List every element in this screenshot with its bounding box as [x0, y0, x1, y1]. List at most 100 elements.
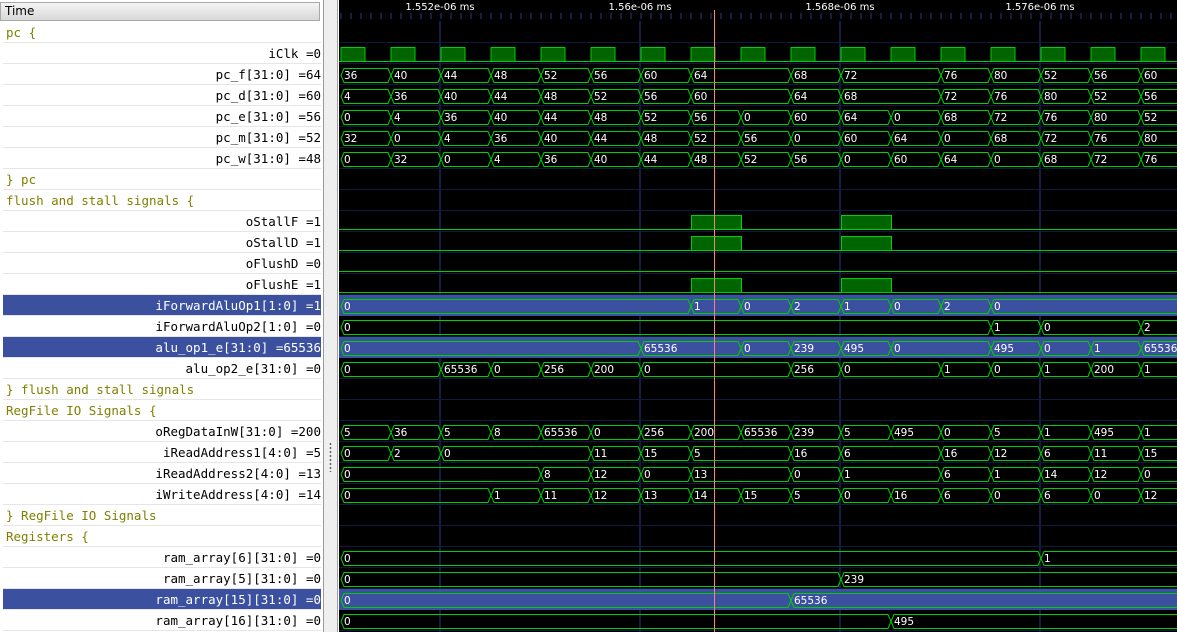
- bus-value-label: 36: [394, 91, 408, 103]
- bus-value-label: 11: [594, 448, 607, 460]
- bus-value-label: 1: [1044, 553, 1051, 565]
- group-label[interactable]: Registers {: [3, 526, 321, 547]
- bus-segment: [340, 467, 542, 482]
- signal-name-label: iForwardAluOp2[1:0] =0: [155, 319, 321, 334]
- group-label[interactable]: } pc: [3, 169, 321, 190]
- signal-row[interactable]: iClk =0: [3, 43, 321, 64]
- bus-value-label: 5: [344, 427, 351, 439]
- bus-segment: [640, 362, 792, 377]
- signal-list-panel: Time pc {iClk =0 pc_f[31:0] =64 pc_d[31:0]…: [0, 0, 324, 632]
- signal-row[interactable]: alu_op2_e[31:0] =0: [3, 358, 321, 379]
- panel-splitter[interactable]: [324, 0, 338, 632]
- clock-pulse: [740, 47, 766, 62]
- bus-value-label: 40: [544, 133, 557, 145]
- bus-value-label: 0: [344, 112, 351, 124]
- bus-value-label: 0: [944, 133, 951, 145]
- bus-value-label: 80: [1144, 133, 1157, 145]
- bus-value-label: 32: [344, 133, 357, 145]
- signal-row[interactable]: pc_f[31:0] =64: [3, 64, 321, 85]
- bus-value-label: 200: [694, 427, 714, 439]
- bus-value-label: 76: [1094, 133, 1108, 145]
- bus-value-label: 1: [844, 301, 851, 313]
- signal-row[interactable]: oStallF =1: [3, 211, 321, 232]
- signal-name-label: oFlushD =0: [245, 256, 321, 271]
- bus-value-label: 56: [594, 70, 608, 82]
- bit-high-pulse: [841, 215, 892, 230]
- signal-row[interactable]: pc_e[31:0] =56: [3, 106, 321, 127]
- group-label[interactable]: } RegFile IO Signals: [3, 505, 321, 526]
- group-label[interactable]: pc {: [3, 22, 321, 43]
- bus-value-label: 2: [394, 448, 401, 460]
- signal-row[interactable]: ram_array[5][31:0] =0: [3, 568, 321, 589]
- bus-value-label: 60: [794, 112, 807, 124]
- bus-value-label: 14: [694, 490, 708, 502]
- bus-value-label: 256: [544, 364, 564, 376]
- clock-pulse: [890, 47, 916, 62]
- clock-pulse: [640, 47, 666, 62]
- bus-value-label: 0: [994, 364, 1001, 376]
- signal-row[interactable]: iForwardAluOp1[1:0] =1: [3, 295, 321, 316]
- signal-row[interactable]: iWriteAddress[4:0] =14: [3, 484, 321, 505]
- waveform-canvas[interactable]: 1.552e-06 ms 1.56e-06 ms 1.568e-06 ms 1.576…: [339, 0, 1177, 632]
- group-label[interactable]: RegFile IO Signals {: [3, 400, 321, 421]
- signal-name-label: pc_w[31:0] =48: [215, 151, 321, 166]
- bus-value-label: 6: [944, 469, 951, 481]
- bus-value-label: 80: [994, 70, 1007, 82]
- signal-row[interactable]: iReadAddress2[4:0] =13: [3, 463, 321, 484]
- signal-row[interactable]: alu_op1_e[31:0] =65536: [3, 337, 321, 358]
- bus-value-label: 65536: [544, 427, 578, 439]
- bit-high-pulse: [691, 215, 742, 230]
- bus-value-label: 0: [1044, 343, 1051, 355]
- clock-pulse: [840, 47, 866, 62]
- splitter-grip-icon[interactable]: [329, 442, 332, 472]
- waveform-panel[interactable]: 1.552e-06 ms 1.56e-06 ms 1.568e-06 ms 1.576…: [339, 0, 1177, 632]
- bus-value-label: 0: [1144, 469, 1151, 481]
- clock-pulse: [990, 47, 1016, 62]
- bus-value-label: 1: [694, 301, 701, 313]
- bus-value-label: 14: [1044, 469, 1058, 481]
- signal-name-label: iReadAddress2[4:0] =13: [155, 466, 321, 481]
- bus-segment: [340, 572, 842, 587]
- bus-value-label: 0: [744, 343, 751, 355]
- bit-high-pulse: [691, 278, 742, 293]
- group-label[interactable]: } flush and stall signals: [3, 379, 321, 400]
- signal-row[interactable]: oFlushE =1: [3, 274, 321, 295]
- signal-name-label: oStallD =1: [245, 235, 321, 250]
- signal-row[interactable]: pc_m[31:0] =52: [3, 127, 321, 148]
- signal-name-label: pc_e[31:0] =56: [215, 109, 321, 124]
- signal-row[interactable]: oRegDataInW[31:0] =200: [3, 421, 321, 442]
- bus-segment: [840, 362, 942, 377]
- signal-row[interactable]: ram_array[15][31:0] =0: [3, 589, 321, 610]
- bus-value-label: 56: [1144, 91, 1158, 103]
- bus-value-label: 1: [1144, 427, 1151, 439]
- bus-value-label: 48: [594, 112, 607, 124]
- bus-value-label: 64: [894, 133, 908, 145]
- signal-row[interactable]: pc_d[31:0] =60: [3, 85, 321, 106]
- bus-value-label: 65536: [1144, 343, 1177, 355]
- bus-value-label: 64: [944, 154, 958, 166]
- bus-value-label: 12: [994, 448, 1007, 460]
- signal-name-label: ram_array[5][31:0] =0: [162, 571, 321, 586]
- bus-value-label: 0: [394, 133, 401, 145]
- clock-pulse: [1090, 47, 1116, 62]
- bus-value-label: 68: [994, 133, 1007, 145]
- bus-value-label: 15: [644, 448, 657, 460]
- signal-row[interactable]: oFlushD =0: [3, 253, 321, 274]
- signal-row[interactable]: ram_array[6][31:0] =0: [3, 547, 321, 568]
- bus-value-label: 0: [344, 469, 351, 481]
- selected-row-highlight: [339, 337, 1177, 358]
- bus-value-label: 12: [594, 490, 607, 502]
- signal-row[interactable]: iForwardAluOp2[1:0] =0: [3, 316, 321, 337]
- bus-segment: [340, 488, 492, 503]
- signal-name-label: oRegDataInW[31:0] =200: [155, 424, 321, 439]
- bus-value-label: 1: [944, 364, 951, 376]
- signal-row[interactable]: iReadAddress1[4:0] =5: [3, 442, 321, 463]
- bus-value-label: 40: [394, 70, 407, 82]
- bus-value-label: 16: [894, 490, 908, 502]
- signal-row[interactable]: pc_w[31:0] =48: [3, 148, 321, 169]
- signal-row[interactable]: ram_array[16][31:0] =0: [3, 610, 321, 631]
- bus-value-label: 0: [644, 469, 651, 481]
- group-label[interactable]: flush and stall signals {: [3, 190, 321, 211]
- bus-value-label: 0: [794, 133, 801, 145]
- signal-row[interactable]: oStallD =1: [3, 232, 321, 253]
